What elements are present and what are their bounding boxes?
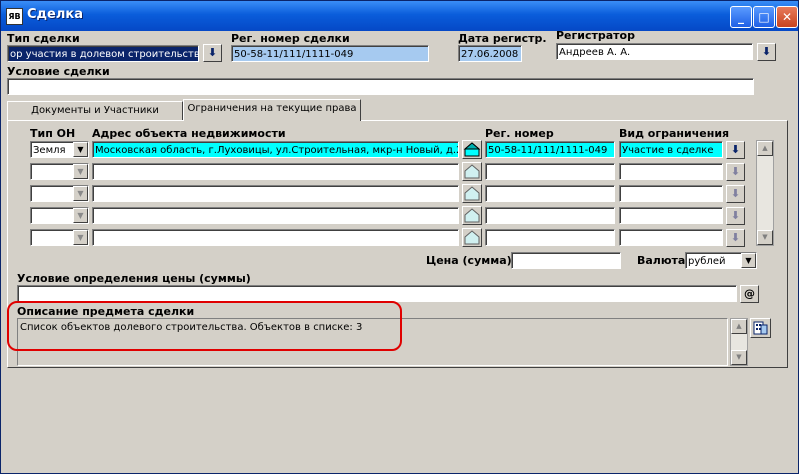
combo-arrow-icon[interactable]: ▼ <box>73 230 88 245</box>
combo-arrow-icon[interactable]: ▼ <box>73 208 88 223</box>
minimize-icon: _ <box>738 10 744 24</box>
at-button[interactable]: @ <box>740 285 759 303</box>
reg-date-field: 27.06.2008 <box>458 45 522 62</box>
description-scrollbar[interactable]: ▲ ▼ <box>730 318 748 366</box>
maximize-icon: □ <box>758 10 770 24</box>
scroll-up-button[interactable]: ▲ <box>757 141 773 156</box>
registrar-select-button[interactable]: ⬇ <box>757 43 776 61</box>
restriction-select-button[interactable]: ⬇ <box>726 185 745 203</box>
restriction-cell[interactable]: Участие в сделке <box>619 141 723 158</box>
type-combo[interactable]: ▼ <box>30 207 89 224</box>
registrar-field[interactable]: Андреев А. А. <box>556 43 753 60</box>
registrar-label: Регистратор <box>556 29 635 42</box>
reg-number-cell[interactable] <box>485 229 615 246</box>
type-value: Земля <box>33 145 66 156</box>
combo-arrow-icon[interactable]: ▼ <box>741 253 756 268</box>
type-combo[interactable]: ▼ <box>30 229 89 246</box>
deal-type-label: Тип сделки <box>7 32 80 45</box>
annotation-highlight <box>7 301 402 351</box>
minimize-button[interactable]: _ <box>730 6 752 28</box>
down-arrow-icon: ⬇ <box>730 209 741 222</box>
down-arrow-icon: ⬇ <box>730 143 741 156</box>
house-button[interactable] <box>462 140 482 159</box>
deal-window: ЯВ Сделка _ □ ✕ Тип сделки ор участия в … <box>0 0 799 474</box>
house-icon <box>464 186 480 201</box>
condition-field[interactable] <box>7 78 754 95</box>
restriction-select-button[interactable]: ⬇ <box>726 207 745 225</box>
restriction-select-button[interactable]: ⬇ <box>726 229 745 247</box>
type-combo[interactable]: Земля ▼ <box>30 141 89 158</box>
app-icon: ЯВ <box>6 8 23 25</box>
combo-arrow-icon[interactable]: ▼ <box>73 164 88 179</box>
type-combo[interactable]: ▼ <box>30 163 89 180</box>
currency-label: Валюта <box>637 254 686 267</box>
combo-arrow-icon[interactable]: ▼ <box>73 186 88 201</box>
col-header-type: Тип ОН <box>30 127 76 140</box>
restriction-cell[interactable] <box>619 185 723 202</box>
address-field[interactable] <box>92 185 459 202</box>
deal-type-select-button[interactable]: ⬇ <box>203 44 222 62</box>
deal-type-field[interactable]: ор участия в долевом строительстве <box>7 45 199 62</box>
scroll-down-button[interactable]: ▼ <box>757 230 773 245</box>
type-combo[interactable]: ▼ <box>30 185 89 202</box>
down-arrow-icon: ⬇ <box>730 231 741 244</box>
building-button[interactable] <box>750 318 771 338</box>
house-button[interactable] <box>462 162 482 181</box>
window-title: Сделка <box>27 7 83 22</box>
currency-combo[interactable]: рублей ▼ <box>685 252 757 269</box>
down-arrow-icon: ⬇ <box>761 45 772 58</box>
price-field[interactable] <box>511 252 621 269</box>
restriction-cell[interactable] <box>619 207 723 224</box>
maximize-button[interactable]: □ <box>753 6 775 28</box>
down-arrow-icon: ⬇ <box>730 165 741 178</box>
reg-number-label: Рег. номер сделки <box>231 32 350 45</box>
reg-number-cell[interactable] <box>485 207 615 224</box>
house-icon <box>463 142 481 157</box>
restriction-cell[interactable] <box>619 229 723 246</box>
price-condition-field[interactable] <box>17 285 737 302</box>
col-header-reg-number: Рег. номер <box>485 127 554 140</box>
house-icon <box>464 164 480 179</box>
house-button[interactable] <box>462 206 482 225</box>
address-field[interactable] <box>92 229 459 246</box>
price-condition-label: Условие определения цены (суммы) <box>17 272 251 285</box>
address-field[interactable] <box>92 163 459 180</box>
house-button[interactable] <box>462 228 482 247</box>
reg-date-label: Дата регистр. <box>458 32 547 45</box>
tab-restrictions[interactable]: Ограничения на текущие права <box>183 99 361 121</box>
scroll-up-button[interactable]: ▲ <box>731 319 747 334</box>
reg-number-cell[interactable]: 50-58-11/111/1111-049 <box>485 141 615 158</box>
down-arrow-icon: ⬇ <box>730 187 741 200</box>
reg-number-cell[interactable] <box>485 163 615 180</box>
currency-value: рублей <box>688 256 726 267</box>
col-header-restriction: Вид ограничения <box>619 127 730 140</box>
reg-number-cell[interactable] <box>485 185 615 202</box>
combo-arrow-icon[interactable]: ▼ <box>73 142 88 157</box>
scroll-down-button[interactable]: ▼ <box>731 350 747 365</box>
reg-number-field: 50-58-11/111/1111-049 <box>231 45 429 62</box>
table-scrollbar[interactable]: ▲ ▼ <box>756 140 774 246</box>
restriction-select-button[interactable]: ⬇ <box>726 163 745 181</box>
address-field[interactable]: Московская область, г.Луховицы, ул.Строи… <box>92 141 459 158</box>
restriction-cell[interactable] <box>619 163 723 180</box>
condition-label: Условие сделки <box>7 65 110 78</box>
address-field[interactable] <box>92 207 459 224</box>
tab-documents-participants[interactable]: Документы и Участники <box>7 101 183 121</box>
title-bar[interactable]: ЯВ Сделка _ □ ✕ <box>1 1 798 31</box>
house-icon <box>464 230 480 245</box>
close-icon: ✕ <box>781 10 793 24</box>
house-icon <box>464 208 480 223</box>
down-arrow-icon: ⬇ <box>207 46 218 59</box>
building-icon <box>753 321 768 335</box>
col-header-address: Адрес объекта недвижимости <box>92 127 286 140</box>
house-button[interactable] <box>462 184 482 203</box>
close-button[interactable]: ✕ <box>776 6 798 28</box>
restriction-select-button[interactable]: ⬇ <box>726 141 745 159</box>
price-label: Цена (сумма) <box>426 254 512 267</box>
